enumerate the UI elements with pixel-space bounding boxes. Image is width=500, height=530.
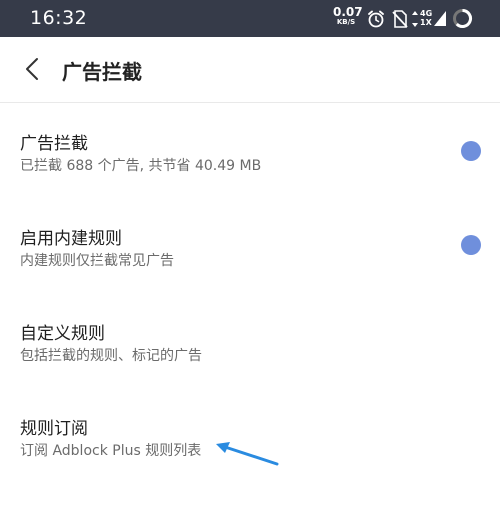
status-bar: 16:32 0.07 KB/S 4G 1X bbox=[0, 0, 500, 37]
network-type-line2: 1X bbox=[420, 18, 432, 27]
setting-custom-rules[interactable]: 自定义规则 包括拦截的规则、标记的广告 bbox=[0, 295, 500, 387]
setting-ad-block-title: 广告拦截 bbox=[20, 134, 88, 154]
battery-ring-icon bbox=[452, 8, 473, 33]
screen: 16:32 0.07 KB/S 4G 1X 广告拦截 广告拦截 已拦截 688 … bbox=[0, 0, 500, 530]
setting-custom-rules-title: 自定义规则 bbox=[20, 324, 105, 344]
setting-ad-block[interactable]: 广告拦截 已拦截 688 个广告, 共节省 40.49 MB bbox=[0, 104, 500, 196]
signal-icon bbox=[433, 9, 447, 31]
sim-blocked-icon bbox=[391, 9, 409, 33]
setting-custom-rules-subtitle: 包括拦截的规则、标记的广告 bbox=[20, 348, 202, 364]
setting-rule-subscription-title: 规则订阅 bbox=[20, 419, 88, 439]
chevron-left-icon bbox=[25, 57, 39, 85]
network-speed-unit: KB/S bbox=[336, 18, 356, 26]
setting-builtin-rules-title: 启用内建规则 bbox=[20, 229, 122, 249]
alarm-icon bbox=[366, 9, 386, 33]
network-type-line1: 4G bbox=[420, 9, 433, 18]
back-button[interactable] bbox=[14, 53, 50, 89]
data-arrows-icon bbox=[411, 10, 419, 32]
setting-builtin-rules[interactable]: 启用内建规则 内建规则仅拦截常见广告 bbox=[0, 200, 500, 292]
ad-block-toggle[interactable] bbox=[461, 141, 481, 161]
status-time: 16:32 bbox=[30, 7, 88, 29]
setting-ad-block-subtitle: 已拦截 688 个广告, 共节省 40.49 MB bbox=[20, 158, 262, 174]
annotation-arrow-icon bbox=[212, 438, 282, 472]
setting-rule-subscription-subtitle: 订阅 Adblock Plus 规则列表 bbox=[20, 443, 202, 459]
page-title: 广告拦截 bbox=[62, 60, 142, 84]
builtin-rules-toggle[interactable] bbox=[461, 235, 481, 255]
network-speed-value: 0.07 bbox=[333, 5, 363, 19]
network-type: 4G 1X bbox=[420, 9, 432, 27]
setting-builtin-rules-subtitle: 内建规则仅拦截常见广告 bbox=[20, 253, 174, 269]
network-speed: 0.07 KB/S bbox=[333, 5, 363, 26]
app-header: 广告拦截 bbox=[0, 37, 500, 103]
